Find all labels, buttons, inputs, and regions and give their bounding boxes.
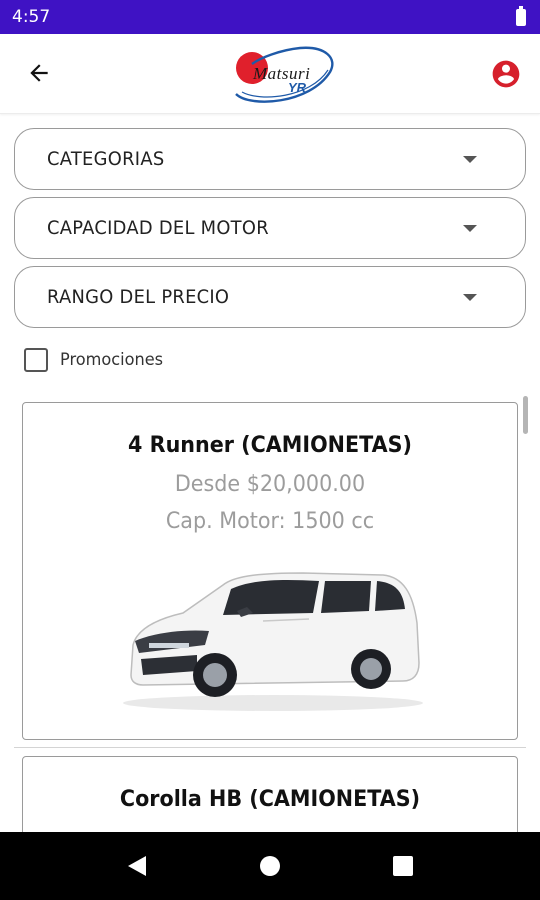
dropdown-arrow-icon	[463, 155, 477, 163]
status-time: 4:57	[12, 7, 51, 27]
nav-back-icon	[127, 856, 146, 876]
account-button[interactable]	[490, 58, 522, 90]
promotions-checkbox[interactable]	[24, 348, 48, 372]
status-bar: 4:57	[0, 0, 540, 34]
engine-capacity-dropdown[interactable]: CAPACIDAD DEL MOTOR	[14, 197, 526, 259]
nav-home-icon	[259, 856, 280, 876]
dropdown-arrow-icon	[463, 293, 477, 301]
promotions-checkbox-row[interactable]: Promociones	[24, 348, 169, 372]
brand-logo: Matsuri YR	[230, 42, 340, 106]
engine-capacity-dropdown-label: CAPACIDAD DEL MOTOR	[47, 217, 269, 239]
battery-icon	[516, 5, 526, 26]
car-price: Desde $20,000.00	[174, 472, 366, 497]
category-dropdown[interactable]: CATEGORIAS	[14, 128, 526, 190]
account-circle-icon	[492, 60, 520, 88]
price-range-dropdown[interactable]: RANGO DEL PRECIO	[14, 266, 526, 328]
list-scrollbar[interactable]	[523, 396, 528, 434]
car-list[interactable]: 4 Runner (CAMIONETAS) Desde $20,000.00 C…	[0, 392, 540, 832]
car-image	[123, 572, 423, 711]
car-card[interactable]: 4 Runner (CAMIONETAS) Desde $20,000.00 C…	[22, 402, 518, 740]
nav-home-button[interactable]	[250, 846, 290, 886]
car-title: Corolla HB (CAMIONETAS)	[119, 787, 421, 812]
list-divider	[14, 747, 526, 748]
logo-text-sub: YR	[288, 80, 307, 95]
back-button[interactable]	[22, 56, 56, 90]
nav-back-button[interactable]	[117, 846, 157, 886]
car-card[interactable]: Corolla HB (CAMIONETAS)	[22, 756, 518, 832]
dropdown-arrow-icon	[463, 224, 477, 232]
system-nav-bar	[0, 832, 540, 900]
car-engine-capacity: Cap. Motor: 1500 cc	[165, 509, 375, 534]
price-range-dropdown-label: RANGO DEL PRECIO	[47, 286, 230, 308]
nav-recents-icon	[393, 856, 414, 876]
nav-recents-button[interactable]	[383, 846, 423, 886]
car-title: 4 Runner (CAMIONETAS)	[128, 433, 412, 458]
app-bar: Matsuri YR	[0, 34, 540, 114]
promotions-label: Promociones	[60, 350, 164, 370]
category-dropdown-label: CATEGORIAS	[47, 148, 165, 170]
arrow-back-icon	[30, 64, 48, 82]
